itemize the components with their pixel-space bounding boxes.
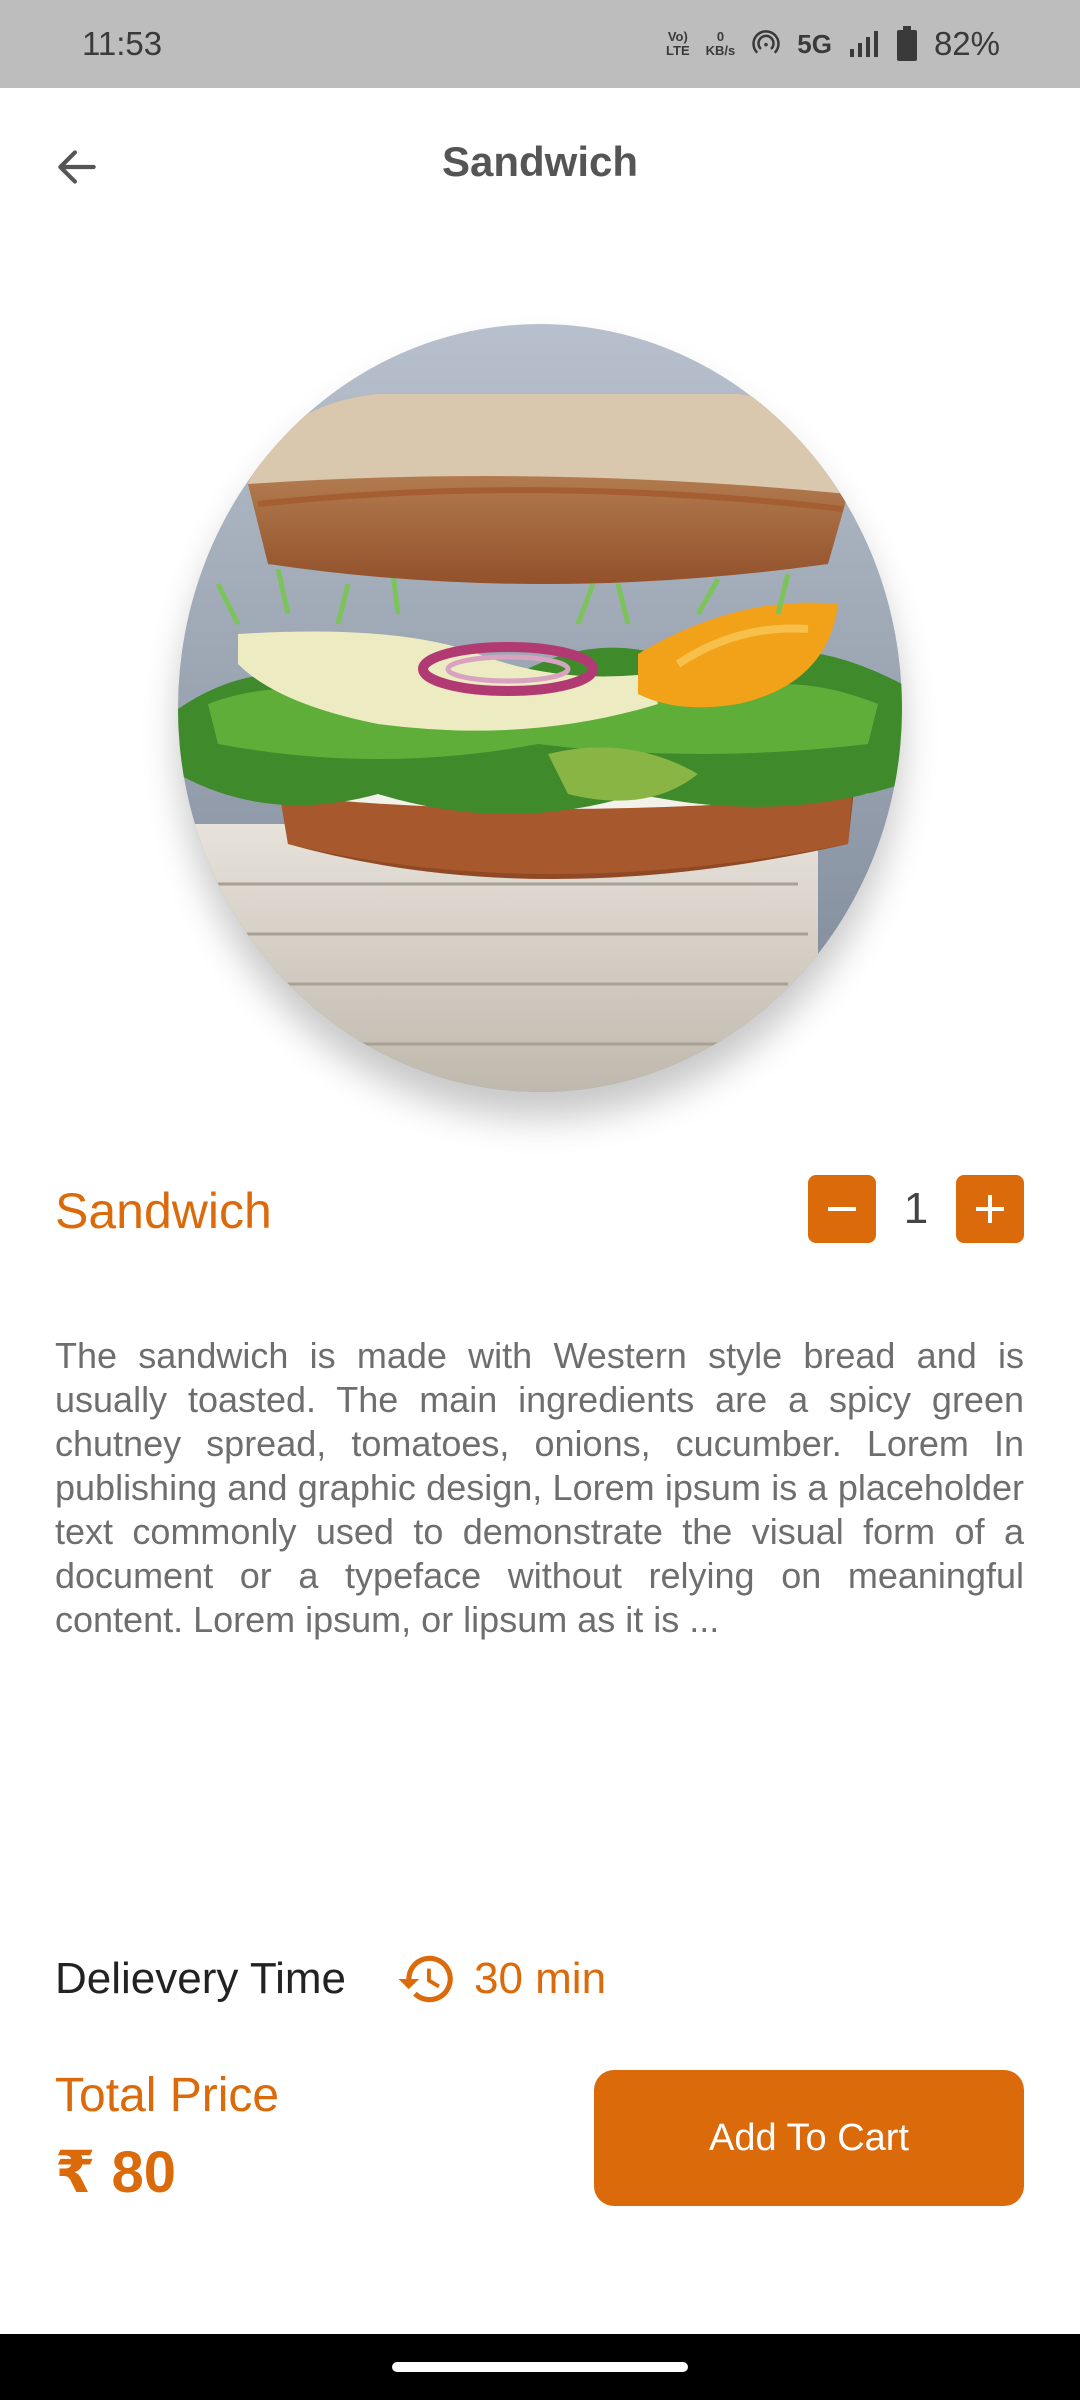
volte-indicator: Vo) LTE bbox=[666, 30, 690, 58]
speed-unit: KB/s bbox=[705, 43, 736, 58]
decrease-quantity-button[interactable] bbox=[808, 1175, 876, 1243]
quantity-value: 1 bbox=[903, 1184, 929, 1233]
total-price-value: ₹ 80 bbox=[55, 2140, 176, 2205]
hotspot-icon bbox=[752, 30, 780, 54]
product-name: Sandwich bbox=[55, 1183, 272, 1239]
volte-bottom: LTE bbox=[666, 43, 690, 58]
total-price-label: Total Price bbox=[55, 2069, 280, 2122]
page-title: Sandwich bbox=[441, 138, 639, 185]
battery-percent: 82% bbox=[933, 25, 1000, 62]
system-nav-bar bbox=[0, 2334, 1080, 2400]
delivery-time-label: Delievery Time bbox=[55, 1954, 346, 2003]
quantity-stepper: 1 bbox=[808, 1175, 1024, 1243]
product-description: The sandwich is made with Western style … bbox=[55, 1335, 1024, 1640]
volte-top: Vo) bbox=[667, 29, 688, 44]
add-to-cart-button[interactable]: Add To Cart bbox=[594, 2070, 1024, 2206]
product-image bbox=[178, 324, 902, 1092]
status-icons: Vo) LTE 0 KB/s 5G 82% bbox=[666, 25, 1000, 63]
home-indicator[interactable] bbox=[392, 2362, 688, 2372]
network-speed: 0 KB/s bbox=[706, 30, 736, 58]
delivery-time-value: 30 min bbox=[473, 1954, 607, 2003]
speed-value: 0 bbox=[716, 29, 725, 44]
status-bar: 11:53 Vo) LTE 0 KB/s 5G 82% bbox=[0, 0, 1080, 88]
top-app-bar: Sandwich bbox=[0, 88, 1080, 240]
status-time: 11:53 bbox=[82, 25, 163, 62]
network-type: 5G bbox=[797, 28, 832, 59]
minus-icon bbox=[828, 1207, 856, 1211]
plus-icon bbox=[976, 1195, 1004, 1223]
increase-quantity-button[interactable] bbox=[956, 1175, 1024, 1243]
delivery-time-row: Delievery Time 30 min bbox=[55, 1948, 606, 2010]
signal-icon bbox=[849, 31, 878, 57]
history-clock-icon bbox=[398, 1955, 453, 2003]
battery-icon bbox=[896, 26, 917, 61]
